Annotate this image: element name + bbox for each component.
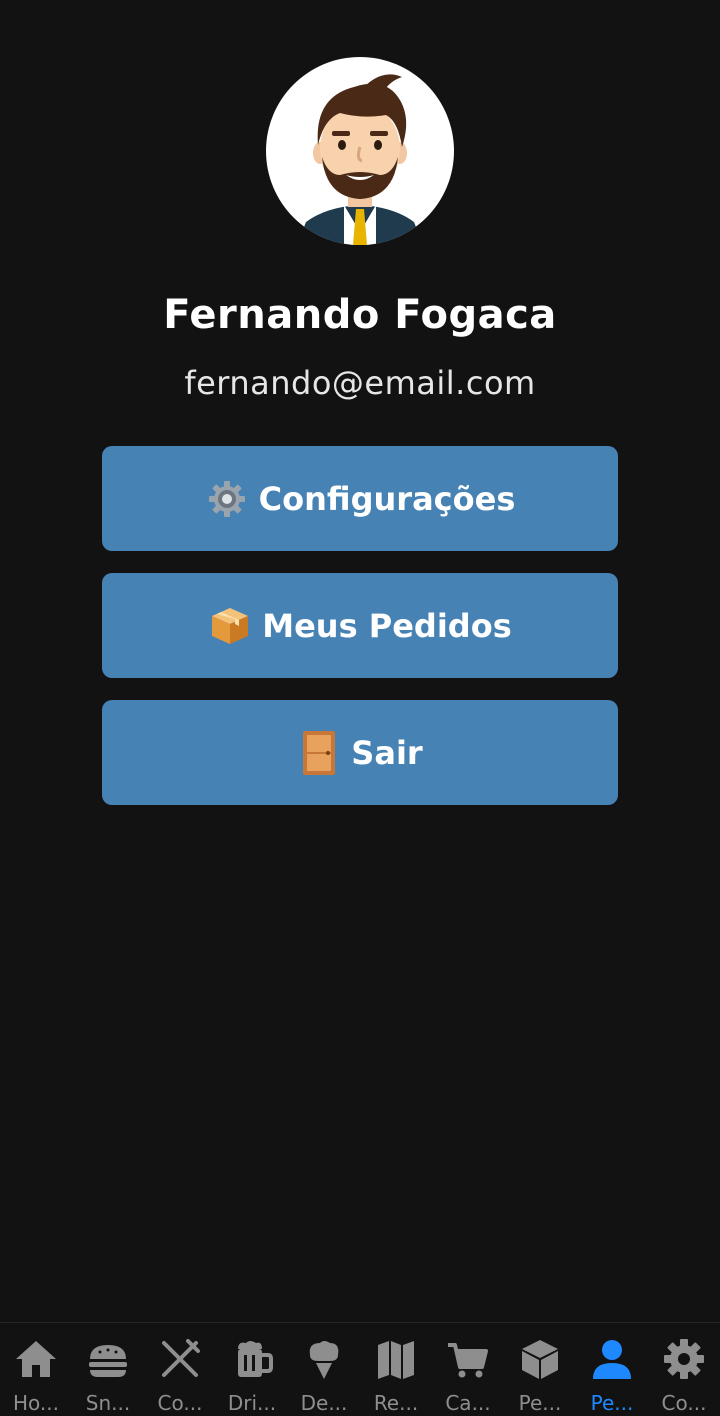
tab-food[interactable]: Co... xyxy=(144,1323,216,1416)
profile-name: Fernando Fogaca xyxy=(163,292,557,338)
home-icon xyxy=(16,1341,56,1377)
my-orders-label: Meus Pedidos xyxy=(262,606,512,645)
tab-desserts[interactable]: De... xyxy=(288,1323,360,1416)
tab-label: Sn... xyxy=(85,1391,131,1415)
logout-label: Sair xyxy=(351,733,423,772)
settings-button[interactable]: Configurações xyxy=(102,446,618,551)
cart-icon xyxy=(448,1343,488,1378)
gear-icon xyxy=(664,1339,704,1379)
burger-icon xyxy=(89,1345,127,1377)
tab-cart[interactable]: Ca... xyxy=(432,1323,504,1416)
door-icon xyxy=(297,730,341,775)
profile-email: fernando@email.com xyxy=(184,364,536,402)
tab-label: Dri... xyxy=(227,1391,277,1415)
tab-label: De... xyxy=(300,1391,348,1415)
person-icon xyxy=(593,1340,631,1379)
package-icon xyxy=(208,604,252,648)
tab-drinks[interactable]: Dri... xyxy=(216,1323,288,1416)
tab-settings[interactable]: Co... xyxy=(648,1323,720,1416)
gear-icon xyxy=(205,477,249,521)
tab-label: Pe... xyxy=(518,1391,562,1415)
tab-label: Pe... xyxy=(590,1391,634,1415)
tab-label: Ca... xyxy=(445,1391,491,1415)
settings-label: Configurações xyxy=(258,479,516,518)
tab-orders[interactable]: Pe... xyxy=(504,1323,576,1416)
tab-label: Ho... xyxy=(13,1391,59,1415)
avatar xyxy=(266,57,454,245)
bottom-tab-bar: Ho... Sn... Co... Dri... De... Re... Ca.… xyxy=(0,1322,720,1416)
tab-home[interactable]: Ho... xyxy=(0,1323,72,1416)
tab-profile[interactable]: Pe... xyxy=(576,1323,648,1416)
box-icon xyxy=(522,1340,558,1379)
utensils-icon xyxy=(162,1339,200,1377)
tab-snacks[interactable]: Sn... xyxy=(72,1323,144,1416)
logout-button[interactable]: Sair xyxy=(102,700,618,805)
ice-cream-icon xyxy=(309,1341,339,1379)
my-orders-button[interactable]: Meus Pedidos xyxy=(102,573,618,678)
tab-label: Co... xyxy=(661,1391,707,1415)
tab-label: Re... xyxy=(373,1391,419,1415)
tab-restaurants[interactable]: Re... xyxy=(360,1323,432,1416)
tab-label: Co... xyxy=(157,1391,203,1415)
beer-mug-icon xyxy=(238,1341,273,1377)
map-icon xyxy=(378,1341,414,1379)
